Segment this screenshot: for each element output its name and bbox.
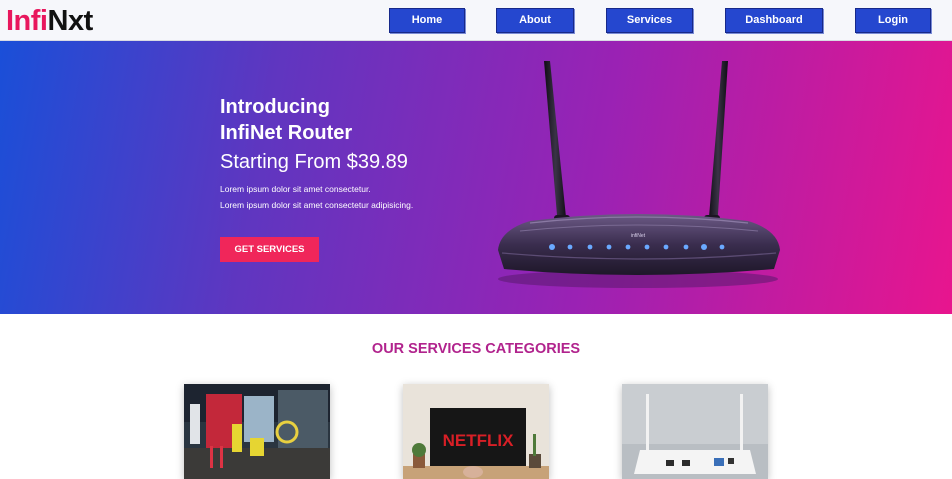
hero-description-line2: Lorem ipsum dolor sit amet consectetur a…	[220, 200, 414, 210]
nav-home-button[interactable]: Home	[389, 8, 465, 33]
hero-title-line1: Introducing	[220, 96, 330, 118]
hero-price: Starting From $39.89	[220, 151, 408, 173]
router-brand-label: infiNet	[631, 233, 646, 239]
get-services-button[interactable]: GET SERVICES	[220, 237, 319, 262]
installation-photo-icon	[184, 384, 330, 479]
netflix-logo-text: NETFLIX	[443, 431, 514, 450]
service-card-installation[interactable]	[184, 384, 330, 479]
router-photo-icon	[622, 384, 768, 479]
services-heading: OUR SERVICES CATEGORIES	[371, 341, 581, 357]
nav-dashboard-button[interactable]: Dashboard	[725, 8, 823, 33]
service-card-router[interactable]	[622, 384, 768, 479]
netflix-tv-photo-icon: NETFLIX	[403, 384, 549, 479]
top-navbar: InfiNxt Home About Services Dashboard Lo…	[0, 0, 952, 41]
logo-part1: Infi	[6, 5, 48, 37]
hero-description-line1: Lorem ipsum dolor sit amet consectetur.	[220, 184, 371, 194]
nav-login-button[interactable]: Login	[855, 8, 931, 33]
nav-about-button[interactable]: About	[496, 8, 574, 33]
router-image: infiNet	[498, 61, 780, 288]
logo-part2: Nxt	[47, 5, 94, 37]
brand-logo[interactable]: InfiNxt	[6, 4, 93, 38]
hero-banner: Introducing InfiNet Router Starting From…	[0, 41, 952, 314]
nav-services-button[interactable]: Services	[606, 8, 693, 33]
hero-title-line2: InfiNet Router	[220, 122, 353, 144]
service-card-netflix[interactable]: NETFLIX	[403, 384, 549, 479]
